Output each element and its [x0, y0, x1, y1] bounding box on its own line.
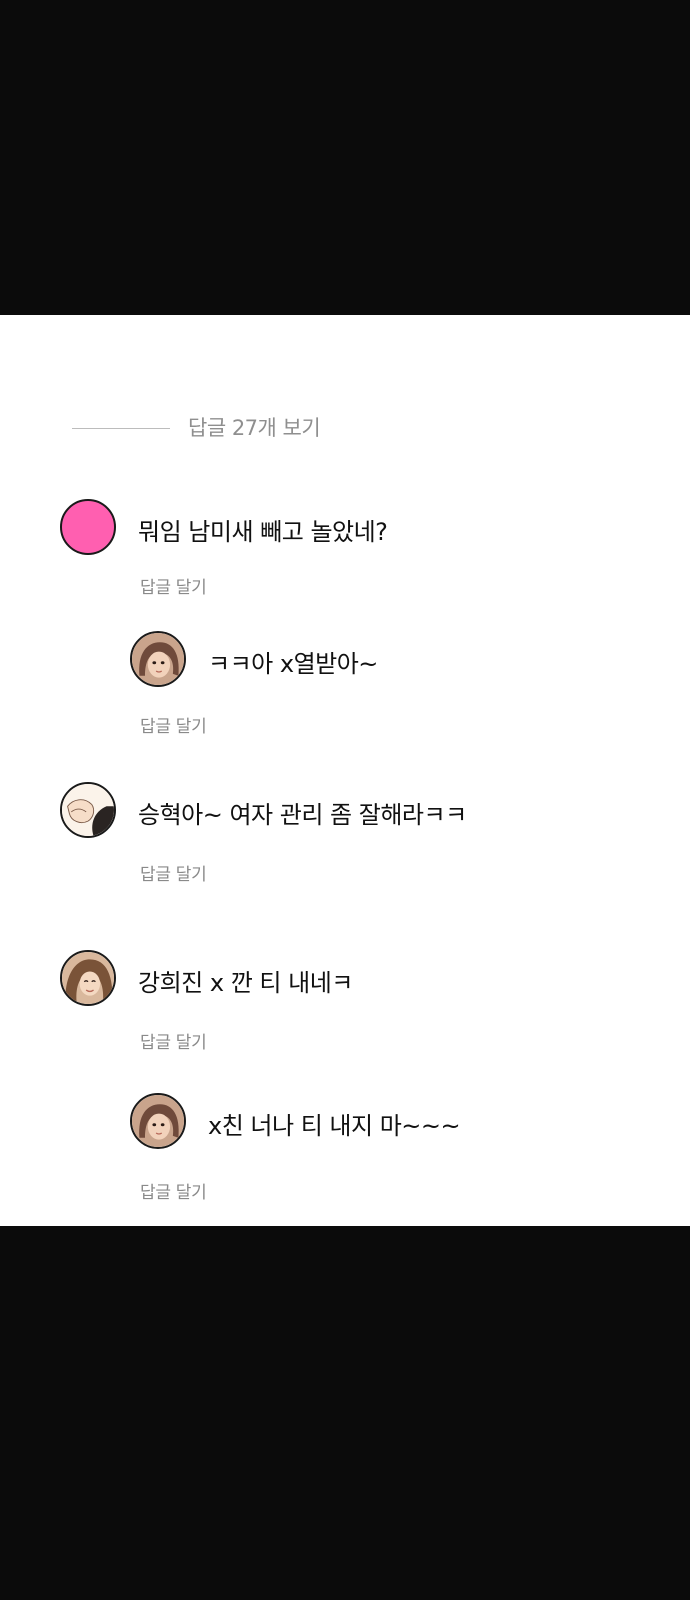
long-hair-character-avatar-icon[interactable]	[60, 950, 116, 1006]
reply-button[interactable]: 답글 달기	[140, 1178, 207, 1203]
comment-text: 승혁아~ 여자 관리 좀 잘해라ㅋㅋ	[138, 801, 467, 829]
comment-text: ㅋㅋ아 x열받아~	[208, 650, 378, 678]
comment-text: 강희진 x 깐 티 내네ㅋ	[138, 969, 353, 997]
sketch-character-avatar-icon[interactable]	[60, 782, 116, 838]
comment-text: 뭐임 남미새 빼고 놀았네?	[138, 518, 388, 546]
reply-button[interactable]: 답글 달기	[140, 573, 207, 598]
top-dark-band	[0, 0, 690, 315]
reply-button[interactable]: 답글 달기	[140, 712, 207, 737]
reply-button[interactable]: 답글 달기	[140, 860, 207, 885]
view-replies-link[interactable]: 답글 27개 보기	[188, 412, 321, 442]
thread-divider-line	[72, 428, 170, 429]
comment-text: x친 너나 티 내지 마~~~	[208, 1112, 461, 1140]
brown-hair-girl-avatar-icon[interactable]	[130, 1093, 186, 1149]
bottom-dark-band	[0, 1226, 690, 1600]
comment-panel	[0, 315, 690, 1226]
reply-button[interactable]: 답글 달기	[140, 1028, 207, 1053]
pink-avatar-icon[interactable]	[60, 499, 116, 555]
brown-hair-girl-avatar-icon[interactable]	[130, 631, 186, 687]
